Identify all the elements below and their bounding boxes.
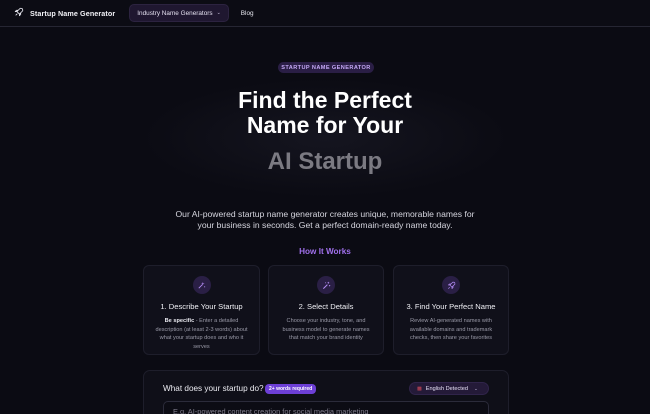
dropdown-label: Industry Name Generators — [137, 9, 213, 17]
hero-title-line1: Find the Perfect — [238, 87, 412, 113]
brand-name: Startup Name Generator — [30, 8, 116, 18]
hero-badge: STARTUP NAME GENERATOR — [278, 62, 374, 73]
chevron-down-icon: ⌄ — [216, 10, 221, 16]
blog-link[interactable]: Blog — [241, 10, 254, 17]
step-card-find: 3. Find Your Perfect Name Review AI-gene… — [393, 265, 509, 355]
sparkle-wand-icon — [192, 276, 211, 294]
hero-title-accent: AI Startup — [267, 148, 383, 175]
step-title: 3. Find Your Perfect Name — [406, 302, 496, 311]
step-body: Be specific - Enter a detailed descripti… — [154, 317, 249, 351]
brand-link[interactable]: Startup Name Generator — [14, 4, 115, 22]
hero-description-line2: your business in seconds. Get a perfect … — [197, 220, 453, 230]
uk-flag-icon: ▩ — [417, 385, 422, 392]
magic-wand-icon — [317, 276, 335, 294]
top-navbar: Startup Name Generator Industry Name Gen… — [0, 0, 650, 27]
step-card-describe: 1. Describe Your Startup Be specific - E… — [143, 265, 260, 355]
step-title: 2. Select Details — [298, 302, 354, 311]
hero-title-line2: Name for Your — [246, 112, 404, 138]
how-it-works-heading: How It Works — [299, 247, 351, 256]
industry-generators-dropdown[interactable]: Industry Name Generators ⌄ — [129, 4, 229, 22]
step-body: Review AI-generated names with available… — [409, 318, 493, 342]
language-label: English Detected — [425, 385, 469, 392]
step-card-select: 2. Select Details Choose your industry, … — [268, 265, 384, 355]
required-badge: 2+ words required — [265, 384, 317, 394]
startup-description-label: What does your startup do? — [163, 384, 264, 393]
rocket-icon — [442, 276, 460, 294]
rocket-logo-icon — [14, 4, 24, 22]
chevron-down-icon: ⌄ — [474, 385, 478, 391]
step-body: Choose your industry, tone, and business… — [282, 318, 370, 342]
startup-description-input[interactable] — [163, 401, 489, 414]
language-selector[interactable]: ▩ English Detected ⌄ — [409, 382, 489, 395]
step-title: 1. Describe Your Startup — [160, 302, 243, 311]
step-body-emphasis: Be specific — [164, 318, 195, 324]
